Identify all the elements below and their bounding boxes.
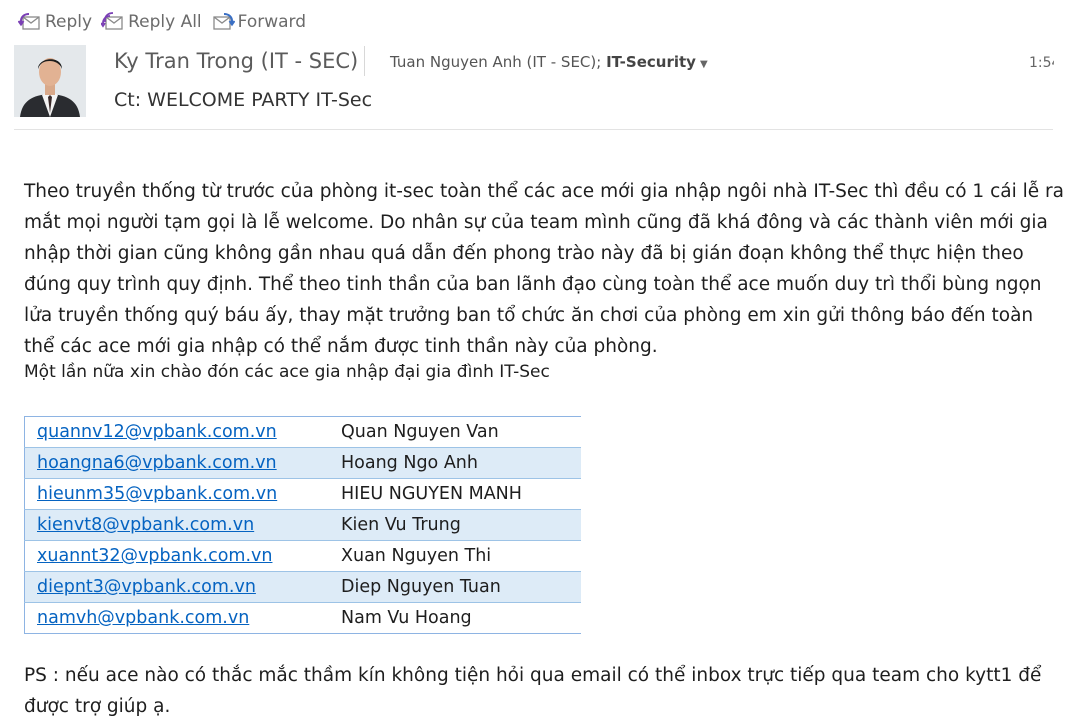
- table-row: hieunm35@vpbank.com.vn HIEU NGUYEN MANH: [24, 478, 581, 510]
- member-name: Xuan Nguyen Thi: [329, 540, 581, 572]
- member-email-cell: kienvt8@vpbank.com.vn: [24, 509, 329, 541]
- reply-label: Reply: [45, 12, 93, 32]
- member-email-link[interactable]: diepnt3@vpbank.com.vn: [37, 577, 256, 597]
- recipient-person[interactable]: Tuan Nguyen Anh (IT - SEC);: [390, 53, 601, 71]
- member-email-cell: hoangna6@vpbank.com.vn: [24, 447, 329, 479]
- members-table: quannv12@vpbank.com.vn Quan Nguyen Van hoa…: [24, 416, 581, 634]
- member-email-link[interactable]: hieunm35@vpbank.com.vn: [37, 484, 277, 504]
- recipients[interactable]: Tuan Nguyen Anh (IT - SEC); IT-Security ▼: [390, 53, 708, 71]
- table-row: quannv12@vpbank.com.vn Quan Nguyen Van: [24, 416, 581, 448]
- reply-all-icon: [101, 12, 123, 30]
- reply-icon: [18, 13, 40, 30]
- reply-all-button[interactable]: Reply All: [101, 11, 202, 33]
- member-name: Hoang Ngo Anh: [329, 447, 581, 479]
- member-name: Diep Nguyen Tuan: [329, 571, 581, 603]
- reply-button[interactable]: Reply: [18, 11, 92, 33]
- member-name: HIEU NGUYEN MANH: [329, 478, 581, 510]
- member-email-link[interactable]: kienvt8@vpbank.com.vn: [37, 515, 254, 535]
- header-divider: [364, 46, 365, 76]
- recipient-group[interactable]: IT-Security: [606, 53, 696, 71]
- member-email-link[interactable]: hoangna6@vpbank.com.vn: [37, 453, 277, 473]
- member-email-link[interactable]: namvh@vpbank.com.vn: [37, 608, 249, 628]
- table-row: kienvt8@vpbank.com.vn Kien Vu Trung: [24, 509, 581, 541]
- table-row: hoangna6@vpbank.com.vn Hoang Ngo Anh: [24, 447, 581, 479]
- member-email-link[interactable]: xuannt32@vpbank.com.vn: [37, 546, 272, 566]
- body-paragraph: Theo truyền thống từ trước của phòng it-…: [24, 181, 1064, 357]
- forward-button[interactable]: Forward: [211, 11, 306, 33]
- table-row: namvh@vpbank.com.vn Nam Vu Hoang: [25, 603, 582, 634]
- member-email-cell: namvh@vpbank.com.vn: [25, 603, 330, 634]
- table-row: diepnt3@vpbank.com.vn Diep Nguyen Tuan: [24, 571, 581, 603]
- member-name: Kien Vu Trung: [329, 509, 581, 541]
- message-time: 1:54: [1029, 55, 1054, 71]
- member-email-cell: xuannt32@vpbank.com.vn: [24, 540, 329, 572]
- member-email-cell: diepnt3@vpbank.com.vn: [24, 571, 329, 603]
- member-name: Quan Nguyen Van: [329, 416, 581, 448]
- sender-name[interactable]: Ky Tran Trong (IT - SEC): [114, 49, 358, 73]
- message-toolbar: Reply Reply All Forward: [18, 9, 315, 35]
- ps-note: PS : nếu ace nào có thắc mắc thầm kín kh…: [24, 665, 1042, 717]
- member-name: Nam Vu Hoang: [341, 608, 472, 628]
- members-table-body: quannv12@vpbank.com.vn Quan Nguyen Van hoa…: [24, 416, 582, 634]
- member-email-cell: quannv12@vpbank.com.vn: [24, 416, 329, 448]
- sender-avatar[interactable]: [14, 45, 86, 117]
- message-body: Theo truyền thống từ trước của phòng it-…: [24, 176, 1069, 362]
- forward-label: Forward: [237, 12, 307, 32]
- welcome-line: Một lần nữa xin chào đón các ace gia nhậ…: [24, 362, 550, 382]
- message-subject: Ct: WELCOME PARTY IT-Sec: [114, 89, 373, 111]
- forward-icon: [213, 13, 235, 30]
- sender-photo-icon: [14, 45, 86, 117]
- reply-all-label: Reply All: [128, 12, 202, 32]
- table-row: xuannt32@vpbank.com.vn Xuan Nguyen Thi: [24, 540, 581, 572]
- member-email-link[interactable]: quannv12@vpbank.com.vn: [37, 422, 277, 442]
- member-email-cell: hieunm35@vpbank.com.vn: [24, 478, 329, 510]
- header-separator: [14, 129, 1053, 130]
- chevron-down-icon[interactable]: ▼: [700, 59, 708, 70]
